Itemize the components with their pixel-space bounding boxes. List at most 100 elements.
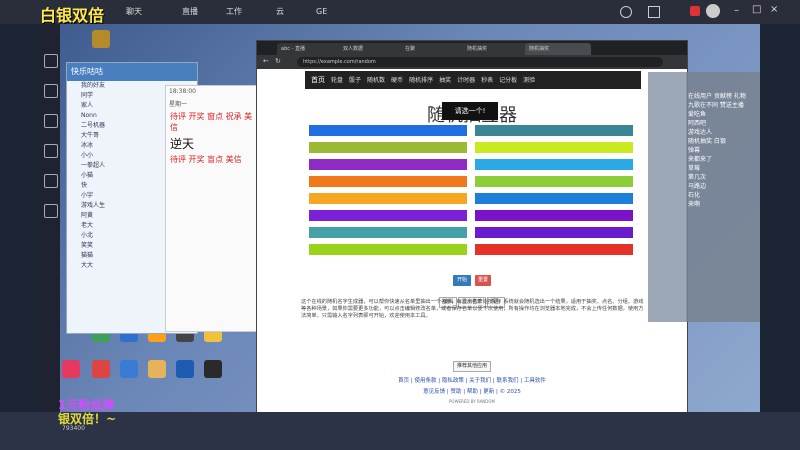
more-apps-button[interactable]: 推荐其他应用 xyxy=(453,361,491,372)
group-window-title: 快乐咕咕 xyxy=(67,63,197,81)
footer-links-secondary[interactable]: 意见反馈 | 赞助 | 帮助 | 更新 | © 2025 xyxy=(257,387,687,395)
app-icon[interactable] xyxy=(92,360,110,378)
chat-line: 来啊 xyxy=(688,201,701,208)
stream-left-rail xyxy=(40,24,60,414)
maximize-icon[interactable]: □ xyxy=(752,4,761,15)
color-bar-right xyxy=(475,176,633,187)
color-bar-left xyxy=(309,244,467,255)
stream-bottom-bar xyxy=(0,412,800,450)
browser-tab[interactable]: 随机抽奖 xyxy=(463,43,529,55)
chat-line: 来都来了 xyxy=(688,156,713,163)
more-icon[interactable] xyxy=(44,204,58,218)
nav-item[interactable]: 首页 xyxy=(311,71,325,89)
right-rail xyxy=(648,72,686,322)
footer-links[interactable]: 首页 | 使用条款 | 隐私政策 | 关于我们 | 联系我们 | 工具软件 xyxy=(257,376,687,384)
back-icon[interactable]: ← xyxy=(263,57,269,65)
browser-tab[interactable]: 在聚 xyxy=(401,43,467,55)
folder-icon[interactable] xyxy=(92,30,110,48)
top-tab-ge[interactable]: GE xyxy=(310,4,333,20)
nav-item[interactable]: 轮盘 xyxy=(331,72,343,90)
category-icon[interactable] xyxy=(44,114,58,128)
address-bar: ← ↻ https://example.com/random xyxy=(257,55,687,69)
color-bar-right xyxy=(475,142,633,153)
powered-by: POWERED BY RANDOM xyxy=(449,399,495,404)
chat-red-line: 待评 开奖 盲点 美信 xyxy=(170,155,242,164)
chat-panel: 18:38:00 星期一 待评 开奖 窗点 祝承 美信 逆天 待评 开奖 盲点 … xyxy=(165,85,262,332)
tab-contribution[interactable]: 贡献榜 xyxy=(714,93,732,100)
color-bar-right xyxy=(475,244,633,255)
nav-item[interactable]: 测验 xyxy=(523,72,535,90)
nav-item[interactable]: 随机数 xyxy=(367,72,385,90)
live-chat-panel: 在线用户 贡献榜 礼物 九歌在不同 赞送主播 爱吃鱼 阿西吧 游戏达人 随机抽奖 白银弹… xyxy=(686,72,760,322)
stream-overlay-title: 白银双倍 xyxy=(40,6,105,25)
nav-item[interactable]: 计时器 xyxy=(457,72,475,90)
minimize-icon[interactable]: – xyxy=(734,5,739,16)
chat-line: 随机抽奖 白银 xyxy=(688,138,726,145)
color-bar-left xyxy=(309,142,467,153)
chat-line: 马路边 xyxy=(688,183,707,190)
browser-tab[interactable]: 双人数据 xyxy=(339,43,405,55)
color-bar-right xyxy=(475,210,633,221)
browser-tab[interactable]: abc - 直播 xyxy=(277,43,343,55)
start-button[interactable]: 开始 xyxy=(453,275,471,286)
color-bar-left xyxy=(309,227,467,238)
chat-line: 游戏达人 xyxy=(688,129,713,136)
chat-line: 石化 xyxy=(688,192,701,199)
color-bar-left xyxy=(309,176,467,187)
tab-gift[interactable]: 礼物 xyxy=(734,93,746,100)
chat-red-line: 待评 开奖 窗点 祝承 美信 xyxy=(170,112,253,132)
color-bar-right xyxy=(475,159,633,170)
browser-tab-active[interactable]: 随机抽奖 xyxy=(525,43,591,55)
url-input[interactable]: https://example.com/random xyxy=(297,57,663,67)
color-bar-left xyxy=(309,210,467,221)
chat-line: 弹幕 xyxy=(688,147,701,154)
stream-top-bar: 聊天 直播 工作 云 GE – □ × xyxy=(0,0,800,24)
site-nav: 首页 轮盘 骰子 随机数 硬币 随机排序 抽奖 计时器 秒表 记分板 测验 xyxy=(305,71,641,89)
nav-item[interactable]: 秒表 xyxy=(481,72,493,90)
chat-line: 草莓 xyxy=(688,165,701,172)
description-text: 这个在线的随机名字生成器，可以帮你快速从名单里抽出一个名字，每次点击开始按钮，系… xyxy=(301,299,644,320)
top-tab-live[interactable]: 直播 xyxy=(176,4,204,20)
browser-window: abc - 直播 双人数据 在聚 随机抽奖 随机抽奖 ← ↻ https://e… xyxy=(256,40,688,414)
chat-line: 爱吃鱼 xyxy=(688,111,707,118)
clock-icon[interactable] xyxy=(620,6,632,18)
color-bar-left xyxy=(309,125,467,136)
chat-line: 第几次 xyxy=(688,174,707,181)
reload-icon[interactable]: ↻ xyxy=(275,57,281,65)
chat-line: 九歌在不同 赞送主播 xyxy=(688,102,744,109)
nav-item[interactable]: 记分板 xyxy=(499,72,517,90)
app-icon[interactable] xyxy=(204,360,222,378)
follow-icon[interactable] xyxy=(44,84,58,98)
nav-item[interactable]: 抽奖 xyxy=(439,72,451,90)
nav-item[interactable]: 随机排序 xyxy=(409,72,433,90)
color-bar-left xyxy=(309,193,467,204)
app-icon[interactable] xyxy=(176,360,194,378)
top-tab-cloud[interactable]: 云 xyxy=(270,4,290,20)
color-bar-right xyxy=(475,227,633,238)
close-icon[interactable]: × xyxy=(770,4,778,15)
tab-online[interactable]: 在线用户 xyxy=(688,93,712,100)
game-icon[interactable] xyxy=(44,174,58,188)
top-tab-chat[interactable]: 聊天 xyxy=(120,4,148,20)
chat-message: 星期一 xyxy=(169,101,188,108)
message-icon[interactable] xyxy=(648,6,660,18)
reset-button[interactable]: 重置 xyxy=(475,275,491,286)
top-tab-work[interactable]: 工作 xyxy=(220,4,248,20)
chat-big-text: 逆天 xyxy=(170,137,195,151)
app-icon[interactable] xyxy=(62,360,80,378)
app-icon[interactable] xyxy=(120,360,138,378)
browser-tab-strip: abc - 直播 双人数据 在聚 随机抽奖 随机抽奖 xyxy=(257,41,687,55)
color-bar-left xyxy=(309,159,467,170)
result-popup: 请选一个! xyxy=(442,102,498,120)
nav-item[interactable]: 骰子 xyxy=(349,72,361,90)
video-icon[interactable] xyxy=(44,144,58,158)
viewer-count: 793400 xyxy=(62,425,85,432)
color-bar-right xyxy=(475,125,633,136)
color-bar-right xyxy=(475,193,633,204)
app-icon[interactable] xyxy=(148,360,166,378)
home-icon[interactable] xyxy=(44,54,58,68)
avatar[interactable] xyxy=(706,4,720,18)
nav-item[interactable]: 硬币 xyxy=(391,72,403,90)
gift-icon[interactable] xyxy=(690,6,700,16)
chat-timestamp: 18:38:00 xyxy=(169,88,196,95)
